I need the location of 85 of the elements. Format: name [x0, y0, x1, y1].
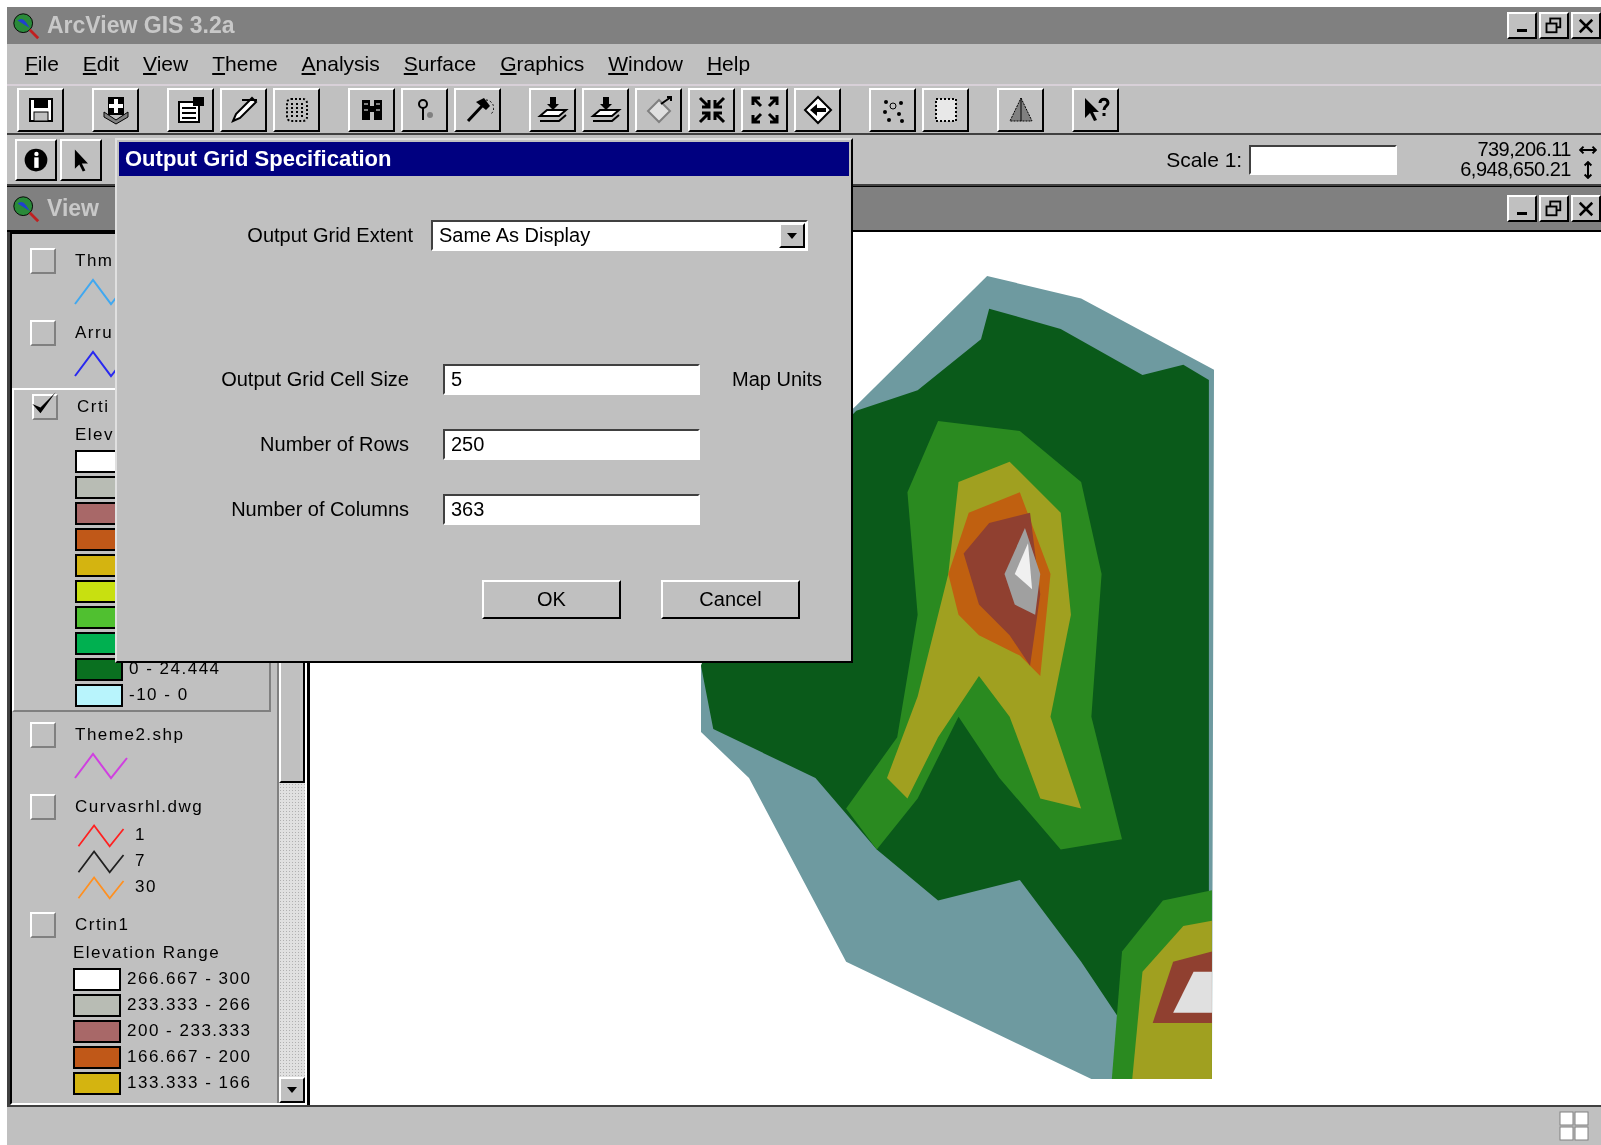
menu-item[interactable]: File — [13, 52, 71, 76]
view-title: View — [47, 195, 99, 222]
toolbar-button[interactable] — [794, 87, 841, 132]
back-arrow-icon — [801, 93, 834, 126]
toolbar-button[interactable] — [922, 87, 969, 132]
field-label: Number of Rows — [259, 433, 409, 456]
theme-name[interactable]: Curvasrhl.dwg — [75, 797, 204, 817]
field-label: Number of Columns — [230, 498, 409, 521]
theme-checkbox[interactable] — [30, 320, 56, 346]
scale-label: Scale 1: — [1166, 147, 1243, 172]
class-label: 200 - 233.333 — [127, 1021, 252, 1041]
toolbar-button[interactable] — [220, 87, 267, 132]
class-label: 7 — [135, 851, 146, 871]
toolbar-button[interactable] — [15, 138, 57, 181]
class-label: 1 — [135, 825, 146, 845]
toolbar-button[interactable] — [529, 87, 576, 132]
restore-icon — [1544, 15, 1564, 36]
text-field[interactable]: 250 — [443, 429, 700, 460]
toolbar-button[interactable] — [17, 87, 64, 132]
globe-magnifier-icon — [11, 193, 41, 224]
toolbar-button[interactable] — [454, 87, 501, 132]
menu-item[interactable]: Window — [596, 52, 695, 76]
theme-name[interactable]: Thm — [75, 251, 114, 271]
window-title: ArcView GIS 3.2a — [47, 12, 235, 39]
extent-dropdown[interactable]: Same As Display — [431, 220, 808, 251]
menu-item[interactable]: Edit — [70, 52, 132, 76]
class-label: -10 - 0 — [129, 685, 189, 705]
theme-name[interactable]: Crti — [77, 397, 110, 417]
minimize-button[interactable] — [1507, 195, 1537, 222]
toolbar-button[interactable] — [273, 87, 320, 132]
dropdown-button[interactable] — [779, 223, 805, 248]
y-coordinate: 6,948,650.21 — [1460, 158, 1571, 181]
ok-button[interactable]: OK — [482, 580, 621, 619]
menu-item[interactable]: View — [131, 52, 201, 76]
cancel-button[interactable]: Cancel — [661, 580, 800, 619]
theme-name[interactable]: Crtin1 — [75, 915, 130, 935]
theme-checkbox[interactable] — [32, 394, 58, 420]
scroll-down-button[interactable] — [279, 1077, 305, 1103]
class-label: 233.333 - 266 — [127, 995, 252, 1015]
theme-name[interactable]: Theme2.shp — [75, 725, 185, 745]
window-grid-icon — [1559, 1111, 1589, 1141]
menu-item[interactable]: Help — [694, 52, 763, 76]
class-label: 266.667 - 300 — [127, 969, 252, 989]
x-coordinate: 739,206.11 — [1477, 138, 1571, 161]
menu-item[interactable]: Surface — [391, 52, 489, 76]
menu-item[interactable]: Theme — [200, 52, 290, 76]
toolbar-button[interactable] — [635, 87, 682, 132]
theme-checkbox[interactable] — [30, 912, 56, 938]
toolbar-button[interactable] — [348, 87, 395, 132]
minimize-icon — [1517, 212, 1527, 215]
theme-name[interactable]: Arru — [75, 323, 114, 343]
theme-checkbox[interactable] — [30, 722, 56, 748]
text-field[interactable]: 5 — [443, 364, 700, 395]
field-label: Output Grid Extent — [246, 224, 413, 247]
toolbar-button[interactable] — [688, 87, 735, 132]
restore-button[interactable] — [1539, 195, 1569, 222]
theme-checkbox[interactable] — [30, 794, 56, 820]
close-button[interactable] — [1571, 12, 1601, 39]
restore-icon — [1544, 198, 1564, 219]
toolbar-button[interactable] — [997, 87, 1044, 132]
class-label: 133.333 - 166 — [127, 1073, 252, 1093]
minimize-button[interactable] — [1507, 12, 1537, 39]
class-label: 166.667 - 200 — [127, 1047, 252, 1067]
field-label: Output Grid Cell Size — [220, 368, 409, 391]
globe-magnifier-icon — [11, 10, 41, 41]
unit-label: Map Units — [732, 368, 823, 391]
toolbar-button[interactable] — [401, 87, 448, 132]
menu-item[interactable]: Analysis — [289, 52, 392, 76]
restore-button[interactable] — [1539, 12, 1569, 39]
toolbar-button[interactable] — [92, 87, 139, 132]
toolbar-button[interactable] — [741, 87, 788, 132]
toolbar-button[interactable] — [60, 138, 102, 181]
toolbar-button[interactable] — [582, 87, 629, 132]
menu-item[interactable]: Graphics — [488, 52, 597, 76]
scale-field[interactable] — [1249, 144, 1398, 175]
close-button[interactable] — [1571, 195, 1601, 222]
toolbar-button[interactable] — [869, 87, 916, 132]
dialog-title: Output Grid Specification — [125, 146, 392, 172]
class-label: 30 — [135, 877, 157, 897]
theme-checkbox[interactable] — [30, 248, 56, 274]
text-field[interactable]: 363 — [443, 494, 700, 525]
toolbar-button[interactable] — [1072, 87, 1119, 132]
legend-heading: Elevation Range — [72, 942, 222, 964]
minimize-icon — [1517, 29, 1527, 32]
toolbar-button[interactable] — [167, 87, 214, 132]
